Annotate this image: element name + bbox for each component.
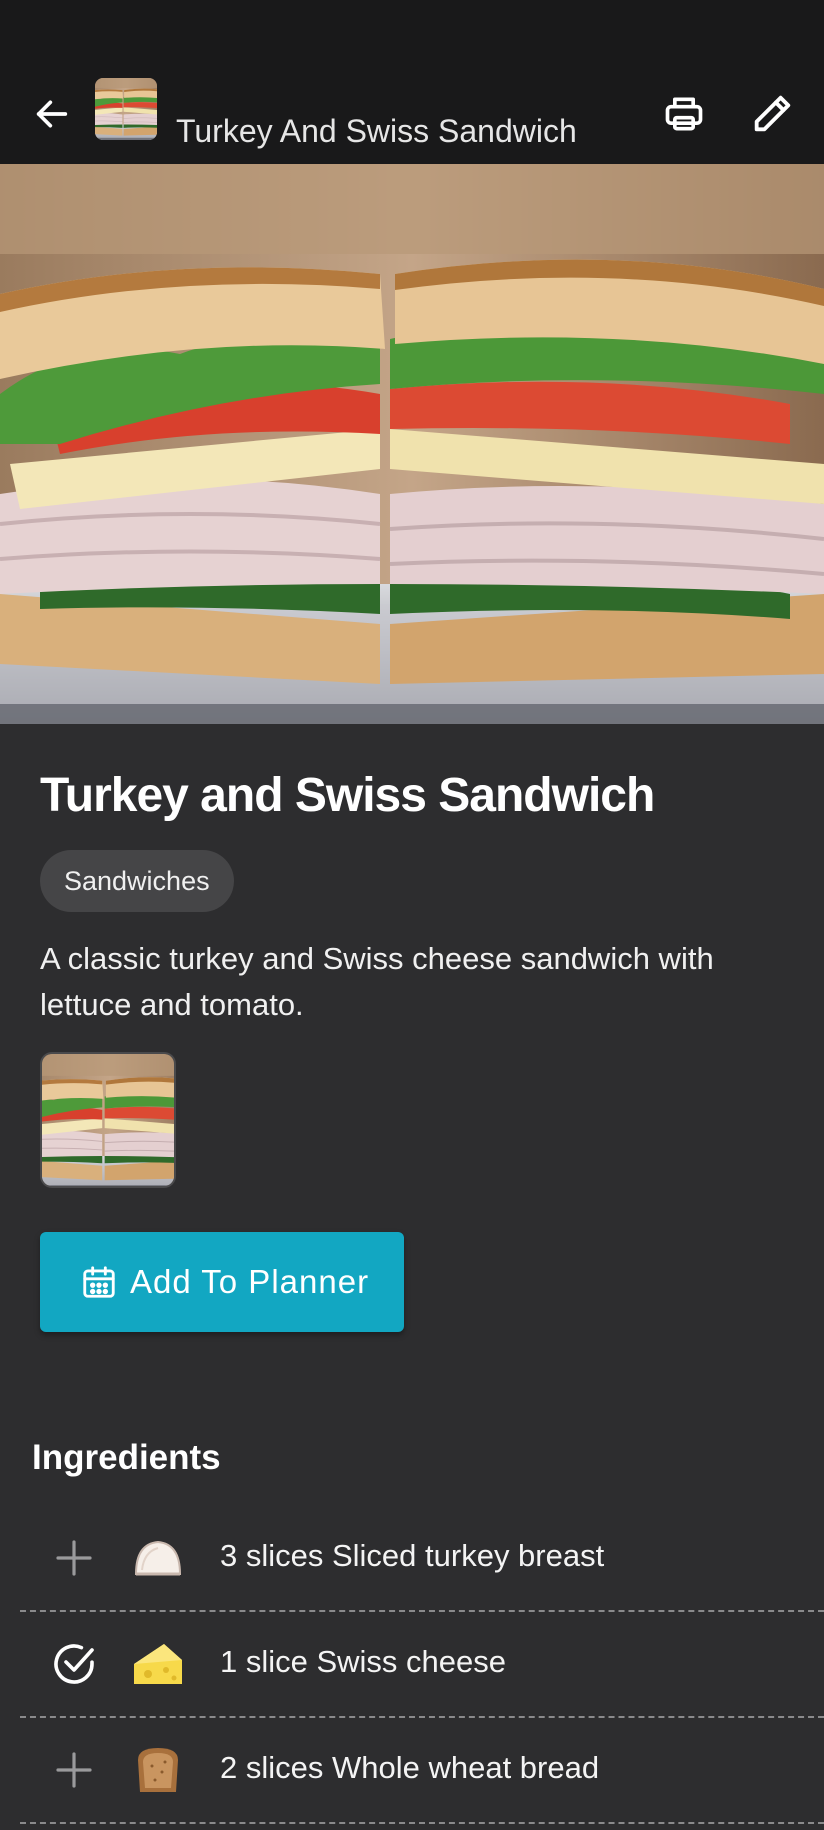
add-to-planner-button[interactable]: Add To Planner bbox=[40, 1232, 404, 1332]
plus-icon[interactable] bbox=[50, 1746, 98, 1794]
ingredient-row[interactable]: 2 slices Whole wheat bread bbox=[20, 1718, 824, 1824]
ingredients-heading: Ingredients bbox=[32, 1438, 221, 1477]
recipe-title: Turkey and Swiss Sandwich bbox=[40, 769, 655, 822]
ingredient-text: 1 slice Swiss cheese bbox=[220, 1644, 507, 1679]
recipe-hero-image bbox=[0, 164, 824, 724]
add-to-planner-label: Add To Planner bbox=[130, 1263, 370, 1300]
calendar-icon bbox=[83, 1266, 115, 1298]
ingredient-row[interactable]: 3 slices Sliced turkey breast bbox=[20, 1506, 824, 1612]
ingredient-text: 3 slices Sliced turkey breast bbox=[220, 1538, 605, 1573]
bread-icon bbox=[138, 1748, 178, 1792]
app-bar: Turkey And Swiss Sandwich bbox=[0, 64, 824, 164]
recipe-description: A classic turkey and Swiss cheese sandwi… bbox=[40, 941, 714, 1022]
recipe-thumbnail bbox=[95, 78, 157, 140]
edit-button[interactable] bbox=[742, 84, 802, 144]
recipe-image-thumbnail[interactable] bbox=[40, 1052, 176, 1188]
check-circle-icon[interactable] bbox=[50, 1640, 98, 1688]
ingredients-list: 3 slices Sliced turkey breast 1 slice Sw… bbox=[20, 1506, 824, 1824]
app-bar-title: Turkey And Swiss Sandwich bbox=[176, 113, 577, 150]
ingredient-text: 2 slices Whole wheat bread bbox=[220, 1750, 600, 1785]
category-chip[interactable]: Sandwiches bbox=[40, 850, 234, 912]
turkey-slice-icon bbox=[134, 1540, 182, 1576]
print-button[interactable] bbox=[654, 84, 714, 144]
ingredient-row[interactable]: 1 slice Swiss cheese bbox=[20, 1612, 824, 1718]
status-bar bbox=[0, 0, 824, 64]
cheese-icon bbox=[134, 1644, 182, 1684]
plus-icon[interactable] bbox=[50, 1534, 98, 1582]
pencil-icon bbox=[754, 95, 791, 132]
printer-icon bbox=[665, 97, 703, 131]
arrow-left-icon bbox=[36, 100, 68, 128]
back-button[interactable] bbox=[24, 86, 80, 142]
